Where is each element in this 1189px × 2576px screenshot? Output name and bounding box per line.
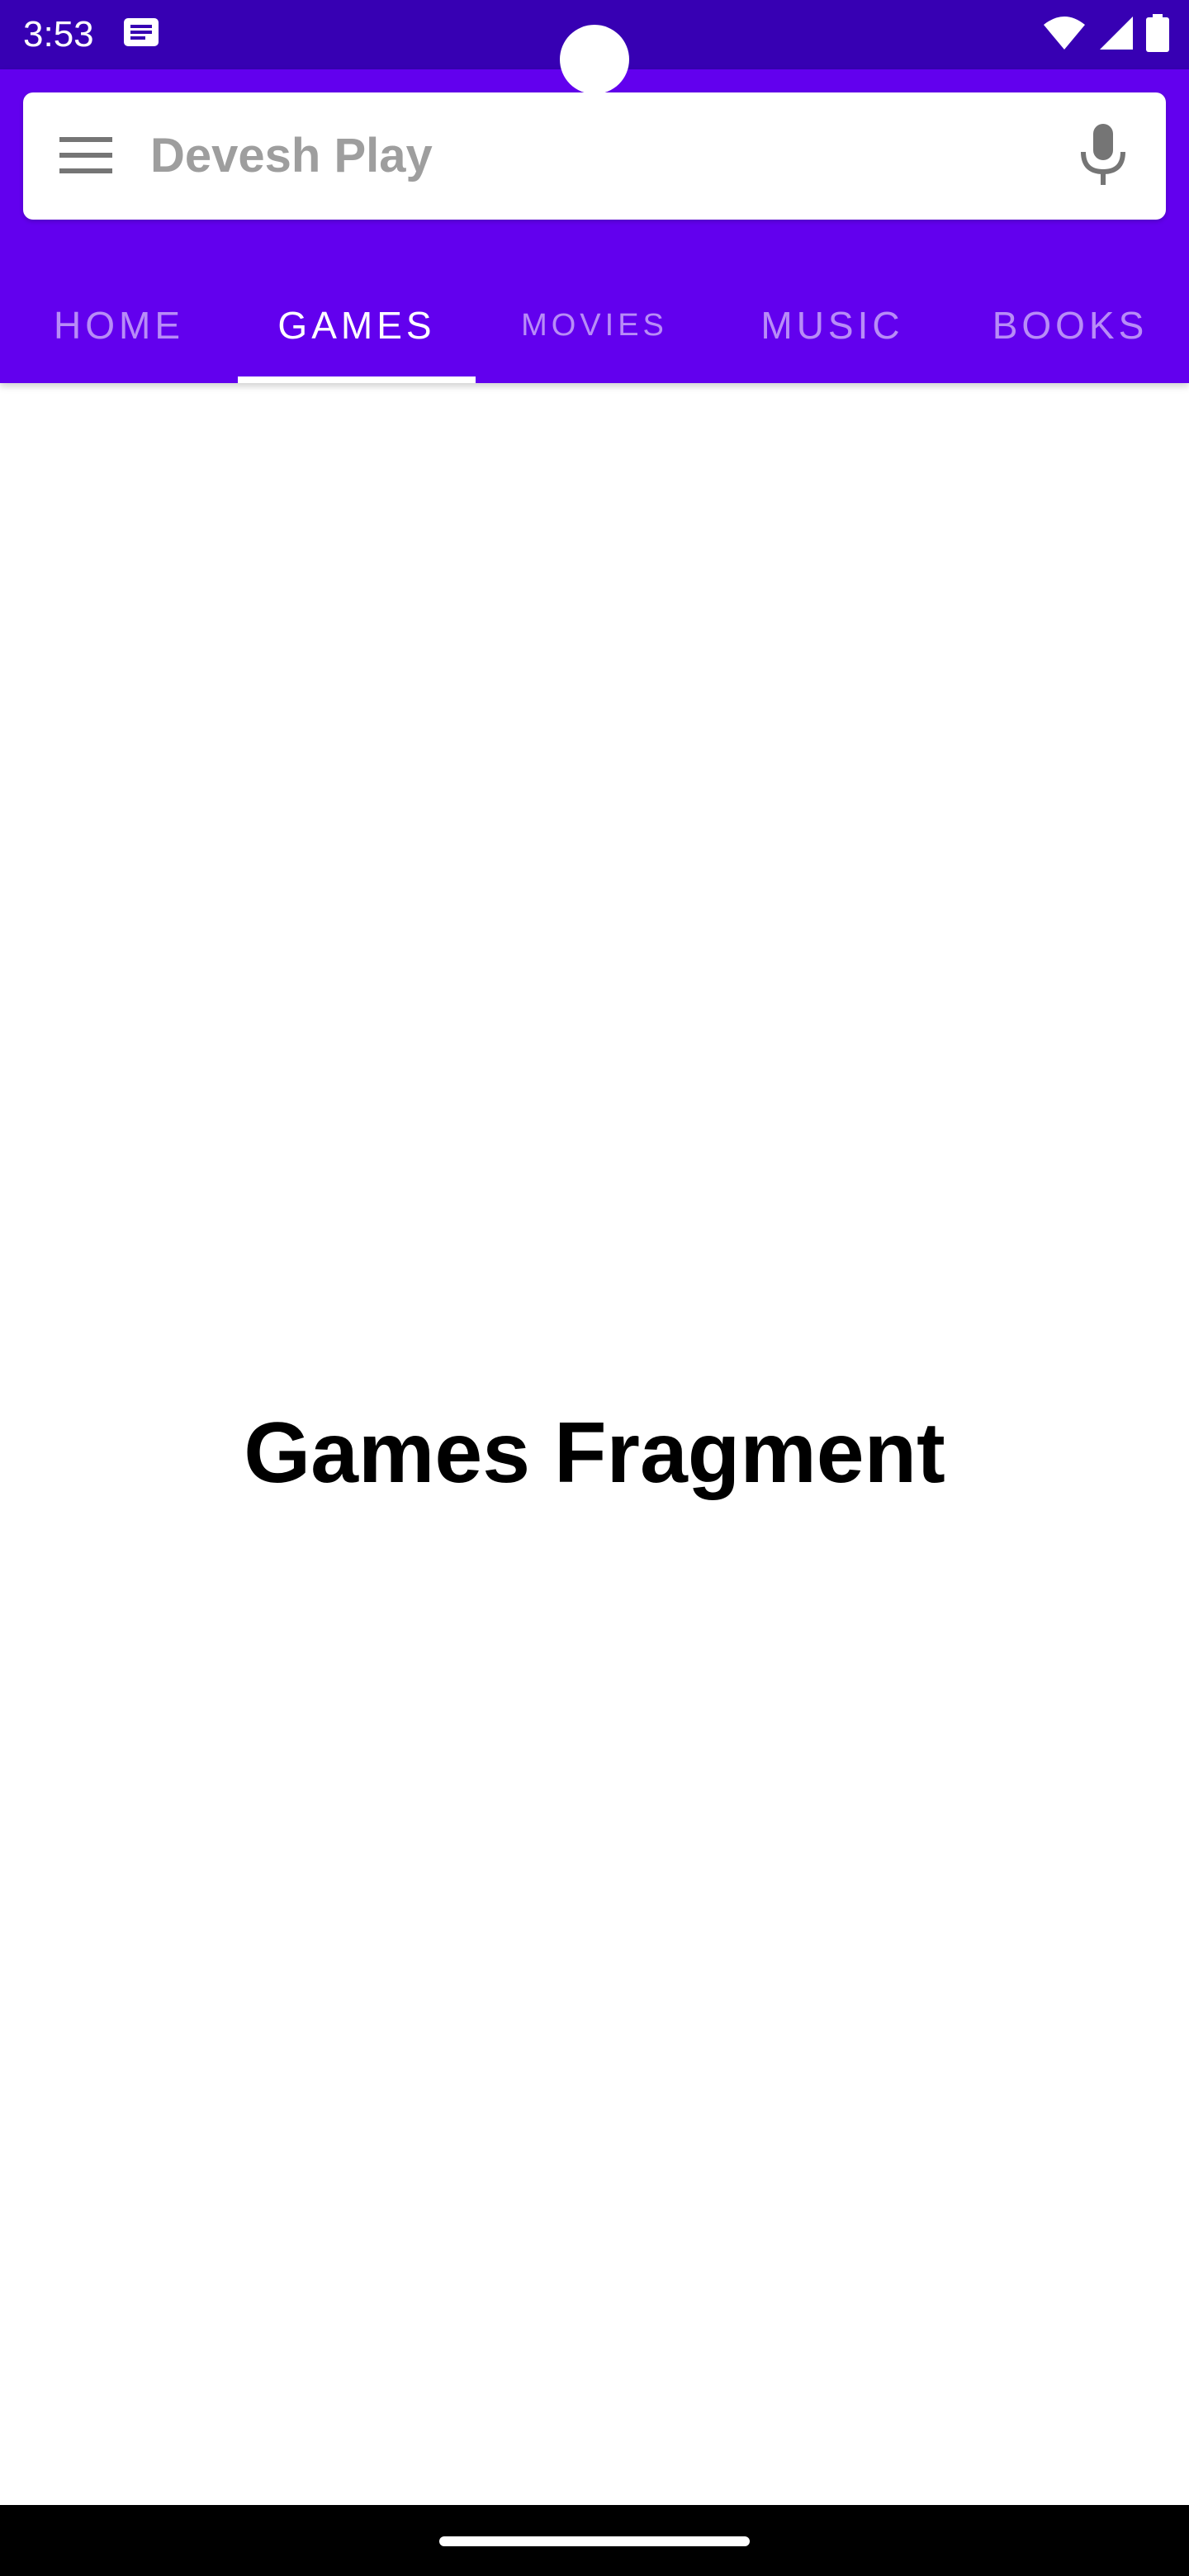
tab-games[interactable]: GAMES: [238, 268, 476, 383]
navigation-bar: [0, 2505, 1189, 2576]
signal-icon: [1098, 15, 1135, 55]
search-text[interactable]: Devesh Play: [150, 127, 433, 185]
tab-indicator: [238, 376, 476, 383]
tab-bar: HOME GAMES MOVIES MUSIC BOOKS: [0, 268, 1189, 383]
tab-label: BOOKS: [992, 304, 1149, 347]
wifi-icon: [1042, 15, 1087, 55]
tab-label: GAMES: [277, 304, 436, 347]
tab-books[interactable]: BOOKS: [951, 268, 1189, 383]
fragment-title: Games Fragment: [244, 1405, 945, 1501]
battery-icon: [1146, 13, 1169, 56]
tab-label: MUSIC: [760, 304, 904, 347]
tab-music[interactable]: MUSIC: [713, 268, 951, 383]
camera-cutout: [560, 25, 629, 94]
search-bar[interactable]: Devesh Play: [23, 92, 1166, 220]
home-handle[interactable]: [439, 2536, 750, 2546]
screen: 3:53 Devesh Play HOME GAMES MOVIES MUSIC…: [0, 0, 1189, 2576]
tab-home[interactable]: HOME: [0, 268, 238, 383]
mic-icon[interactable]: [1077, 124, 1130, 187]
tab-label: MOVIES: [521, 307, 668, 343]
tab-label: HOME: [54, 304, 184, 347]
status-icons: [1042, 13, 1169, 56]
tab-movies[interactable]: MOVIES: [476, 268, 713, 383]
message-icon: [124, 18, 159, 50]
menu-icon[interactable]: [59, 130, 112, 180]
status-time: 3:53: [23, 14, 94, 54]
app-bar: Devesh Play HOME GAMES MOVIES MUSIC BOOK…: [0, 69, 1189, 383]
